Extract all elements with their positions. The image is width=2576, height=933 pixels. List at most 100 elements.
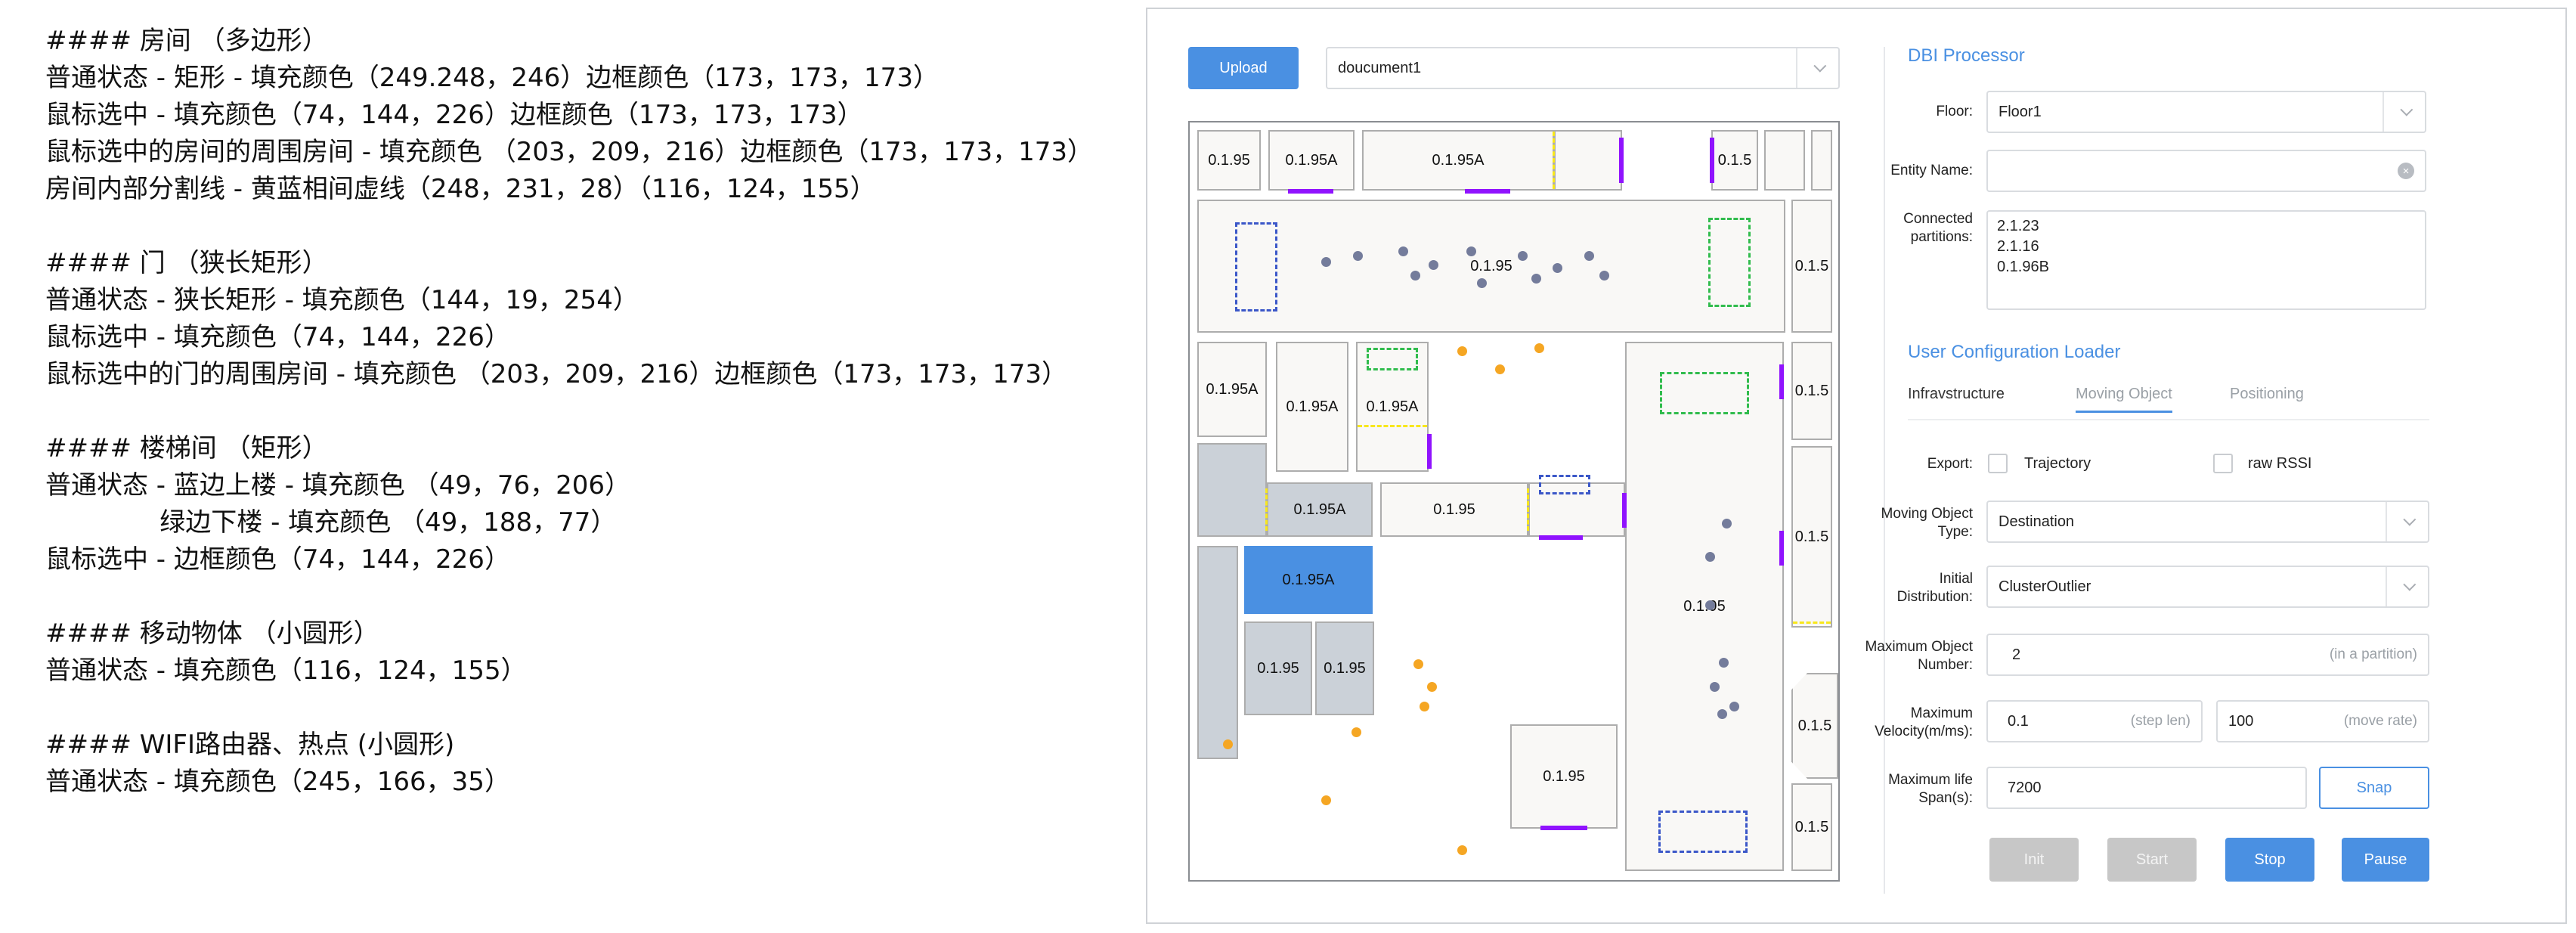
room[interactable]: 0.1.95 bbox=[1510, 724, 1618, 829]
wifi-hotspot[interactable] bbox=[1427, 682, 1437, 692]
moving-object[interactable] bbox=[1410, 271, 1420, 281]
moving-object[interactable] bbox=[1729, 702, 1739, 711]
moving-object[interactable] bbox=[1518, 251, 1528, 261]
stair-neighbor-room[interactable]: 0.1.95A bbox=[1267, 482, 1373, 537]
tab-infrastructure[interactable]: Infravstructure bbox=[1908, 386, 2005, 411]
max-life-span-input[interactable]: 7200 bbox=[1986, 767, 2307, 809]
max-object-number-hint: (in a partition) bbox=[2329, 646, 2417, 662]
wifi-hotspot[interactable] bbox=[1420, 702, 1429, 711]
stair-down[interactable] bbox=[1367, 348, 1418, 370]
moving-object[interactable] bbox=[1719, 658, 1729, 668]
door[interactable] bbox=[1540, 826, 1587, 830]
wifi-hotspot[interactable] bbox=[1534, 343, 1544, 353]
room[interactable]: 0.1.5 bbox=[1791, 342, 1832, 440]
init-button[interactable]: Init bbox=[1989, 838, 2079, 882]
step-len-input[interactable]: 0.1 (step len) bbox=[1986, 700, 2203, 742]
room[interactable]: 0.1.95 bbox=[1197, 130, 1261, 191]
stair-neighbor-room[interactable] bbox=[1197, 546, 1238, 759]
moving-object[interactable] bbox=[1398, 246, 1408, 256]
moving-object[interactable] bbox=[1710, 682, 1720, 692]
connected-partitions-textarea[interactable]: 2.1.23 2.1.16 0.1.96B bbox=[1986, 210, 2426, 310]
chevron-down-icon bbox=[2403, 513, 2417, 526]
move-rate-value: 100 bbox=[2228, 712, 2254, 730]
upload-button[interactable]: Upload bbox=[1188, 47, 1299, 89]
moving-object[interactable] bbox=[1466, 246, 1476, 256]
door[interactable] bbox=[1710, 138, 1714, 183]
stair-up[interactable] bbox=[1235, 222, 1277, 312]
door[interactable] bbox=[1779, 531, 1784, 566]
stair-up[interactable] bbox=[1539, 475, 1590, 494]
entity-name-input[interactable]: × bbox=[1986, 150, 2426, 192]
moving-object[interactable] bbox=[1722, 519, 1732, 528]
floor-select[interactable]: Floor1 bbox=[1986, 91, 2426, 133]
move-rate-input[interactable]: 100 (move rate) bbox=[2216, 700, 2429, 742]
door[interactable] bbox=[1539, 535, 1583, 540]
moving-object[interactable] bbox=[1705, 600, 1715, 610]
room[interactable]: 0.1.95A bbox=[1276, 342, 1348, 472]
moving-object-type-arrow[interactable] bbox=[2386, 502, 2428, 541]
stair-neighbor-room[interactable] bbox=[1197, 443, 1267, 537]
stair-neighbor-room[interactable]: 0.1.95 bbox=[1315, 621, 1374, 715]
moving-object[interactable] bbox=[1599, 271, 1609, 281]
step-len-hint: (step len) bbox=[2130, 713, 2191, 729]
note-line: 房间内部分割线 - 黄蓝相间虚线（248，231，28）（116，124，155… bbox=[45, 174, 876, 204]
pause-button[interactable]: Pause bbox=[2342, 838, 2429, 882]
entity-name-label: Entity Name: bbox=[1890, 163, 1973, 178]
document-select-arrow[interactable] bbox=[1796, 48, 1838, 88]
door[interactable] bbox=[1288, 189, 1333, 194]
start-button[interactable]: Start bbox=[2107, 838, 2197, 882]
room[interactable]: 0.1.5 bbox=[1711, 130, 1758, 191]
room[interactable]: 0.1.95 bbox=[1625, 342, 1784, 871]
moving-object[interactable] bbox=[1584, 251, 1594, 261]
door[interactable] bbox=[1619, 138, 1624, 183]
trajectory-checkbox[interactable] bbox=[1988, 454, 2008, 473]
wifi-hotspot[interactable] bbox=[1351, 727, 1361, 737]
floor-select-arrow[interactable] bbox=[2382, 92, 2425, 132]
tab-positioning[interactable]: Positioning bbox=[2230, 386, 2304, 411]
wifi-hotspot[interactable] bbox=[1413, 659, 1423, 669]
moving-object[interactable] bbox=[1321, 257, 1331, 267]
raw-rssi-checkbox[interactable] bbox=[2213, 454, 2233, 473]
moving-object[interactable] bbox=[1717, 709, 1727, 719]
door[interactable] bbox=[1465, 189, 1510, 194]
door[interactable] bbox=[1427, 434, 1432, 469]
tab-moving-object[interactable]: Moving Object bbox=[2076, 386, 2172, 413]
stair-neighbor-room[interactable]: 0.1.95 bbox=[1244, 621, 1312, 715]
moving-object[interactable] bbox=[1353, 251, 1363, 261]
room[interactable]: 0.1.95A bbox=[1197, 342, 1267, 437]
room[interactable]: 0.1.95 bbox=[1380, 482, 1528, 537]
max-object-number-input[interactable]: 2 (in a partition) bbox=[1986, 634, 2429, 676]
room[interactable]: 0.1.95A bbox=[1268, 130, 1355, 191]
moving-object[interactable] bbox=[1477, 278, 1487, 288]
wifi-hotspot[interactable] bbox=[1321, 795, 1331, 805]
selected-room[interactable]: 0.1.95A bbox=[1244, 546, 1373, 614]
connected-partitions-label: Connected partitions: bbox=[1791, 210, 1973, 246]
moving-object[interactable] bbox=[1531, 274, 1541, 284]
clear-icon[interactable]: × bbox=[2398, 163, 2414, 179]
moving-object-type-select[interactable]: Destination bbox=[1986, 501, 2429, 543]
wifi-hotspot[interactable] bbox=[1457, 845, 1467, 855]
door[interactable] bbox=[1622, 493, 1627, 528]
stair-down[interactable] bbox=[1708, 218, 1751, 307]
stair-up[interactable] bbox=[1658, 811, 1748, 853]
document-select[interactable]: doucument1 bbox=[1326, 47, 1840, 89]
room[interactable] bbox=[1811, 130, 1832, 191]
stair-down[interactable] bbox=[1660, 372, 1749, 414]
room[interactable]: 0.1.95 bbox=[1197, 200, 1785, 333]
room[interactable] bbox=[1554, 130, 1622, 191]
moving-object[interactable] bbox=[1705, 552, 1715, 562]
room[interactable]: 0.1.95A bbox=[1362, 130, 1554, 191]
door[interactable] bbox=[1779, 364, 1784, 399]
wifi-hotspot[interactable] bbox=[1457, 346, 1467, 356]
moving-object[interactable] bbox=[1553, 263, 1562, 273]
initial-distribution-select[interactable]: ClusterOutlier bbox=[1986, 566, 2429, 608]
note-line: 普通状态 - 矩形 - 填充颜色（249.248，246）边框颜色（173，17… bbox=[45, 63, 939, 93]
wifi-hotspot[interactable] bbox=[1495, 364, 1505, 374]
initial-distribution-arrow[interactable] bbox=[2386, 567, 2428, 606]
floor-map-canvas[interactable]: 0.1.95 0.1.95A 0.1.95A 0.1.5 0.1.95 0.1.… bbox=[1188, 121, 1840, 882]
stop-button[interactable]: Stop bbox=[2225, 838, 2314, 882]
moving-object[interactable] bbox=[1429, 260, 1438, 270]
room[interactable] bbox=[1764, 130, 1805, 191]
wifi-hotspot[interactable] bbox=[1223, 739, 1233, 749]
snap-button[interactable]: Snap bbox=[2319, 767, 2429, 809]
